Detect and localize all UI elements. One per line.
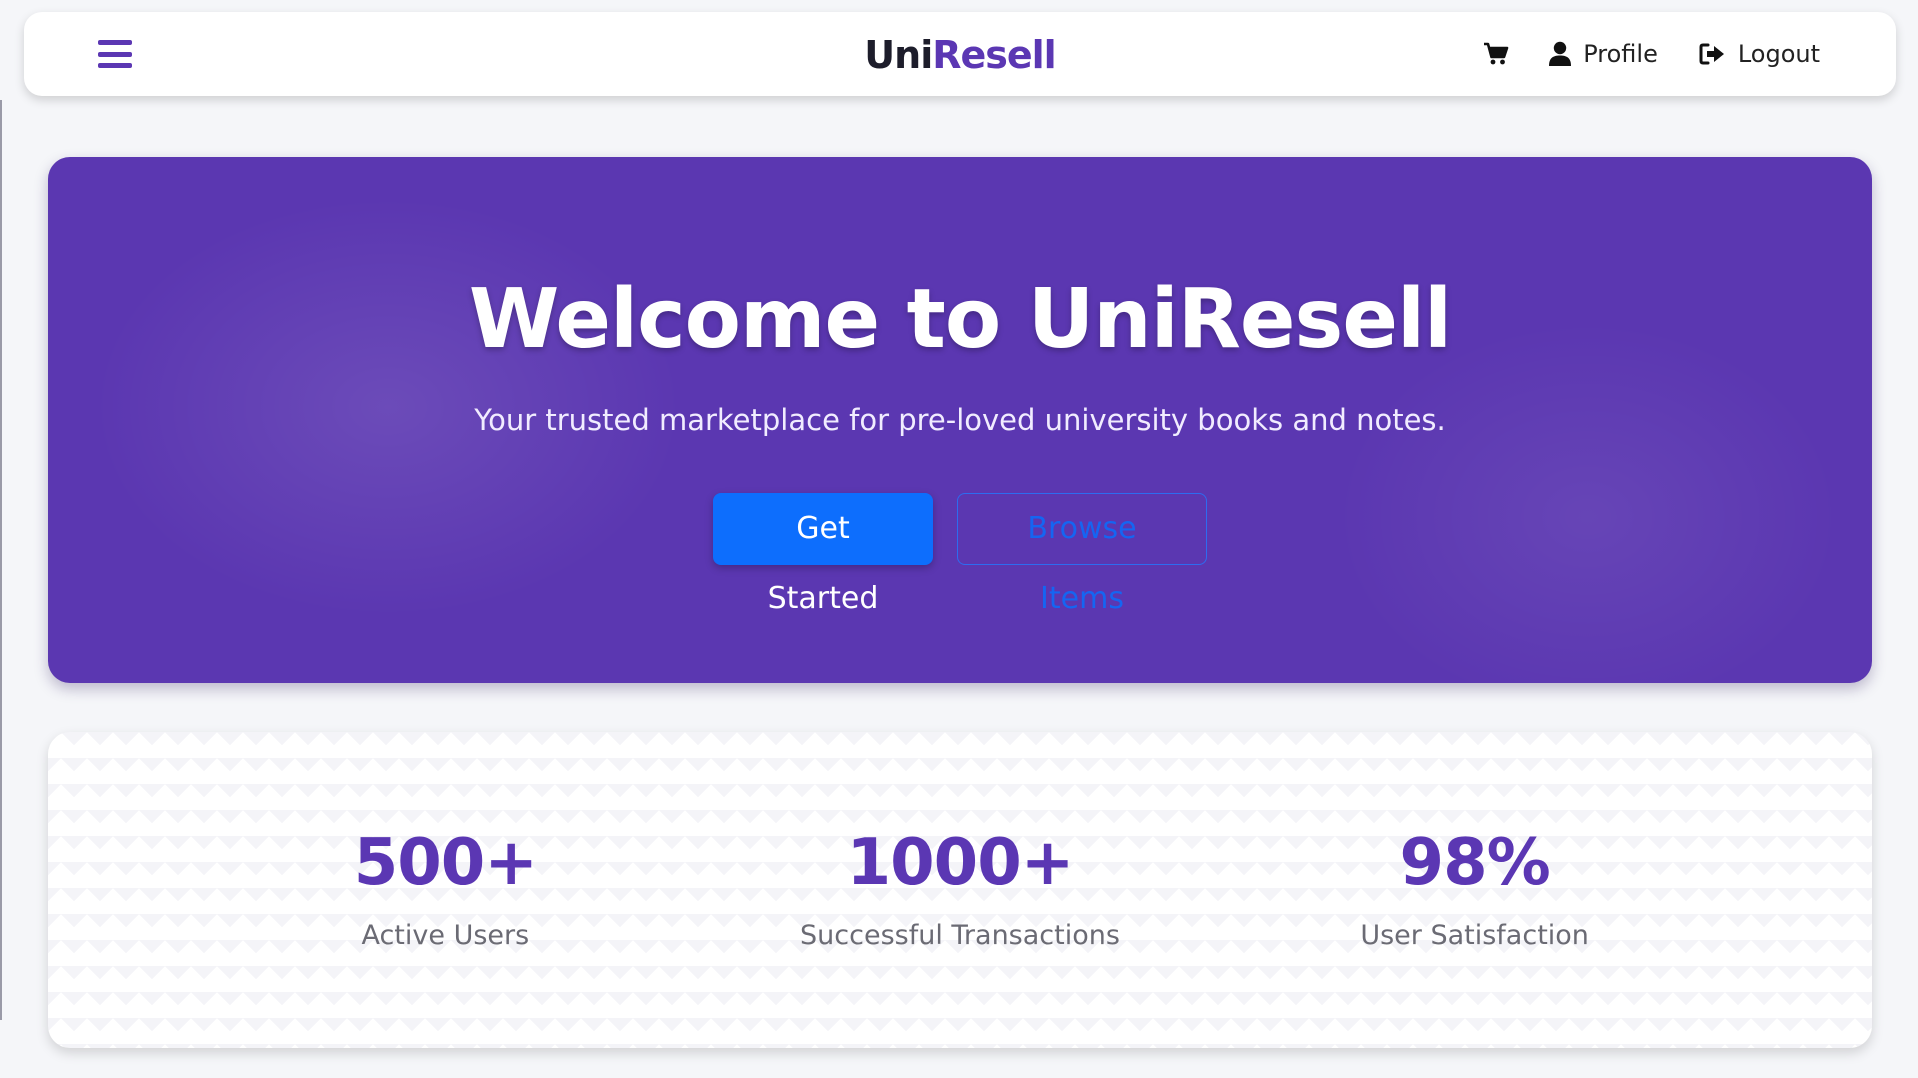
profile-link[interactable]: Profile: [1549, 40, 1658, 68]
brand-name-part2: Resell: [932, 33, 1056, 77]
stat-value: 98%: [1399, 826, 1551, 900]
hero-actions: Get Started Browse Items: [48, 493, 1872, 616]
nav-actions: Profile Logout: [1483, 36, 1820, 72]
profile-label: Profile: [1583, 40, 1658, 68]
sign-out-icon: [1698, 42, 1726, 66]
shopping-cart-icon: [1483, 42, 1509, 66]
window-edge: [0, 100, 2, 1020]
logout-link[interactable]: Logout: [1698, 40, 1820, 68]
navbar: UniResell Profile Logout: [24, 12, 1896, 96]
hero-subtitle: Your trusted marketplace for pre-loved u…: [474, 403, 1446, 437]
stat-transactions: 1000+ Successful Transactions: [750, 732, 1170, 1048]
hero-banner: Welcome to UniResell Your trusted market…: [48, 157, 1872, 683]
hero-title: Welcome to UniResell: [468, 272, 1452, 367]
browse-items-button[interactable]: Browse Items: [957, 493, 1207, 616]
stat-label: User Satisfaction: [1360, 920, 1589, 951]
user-icon: [1549, 41, 1572, 67]
stat-value: 1000+: [846, 826, 1075, 900]
stats-section: 500+ Active Users 1000+ Successful Trans…: [48, 732, 1872, 1048]
stat-label: Active Users: [361, 920, 530, 951]
logout-label: Logout: [1737, 40, 1820, 68]
stat-satisfaction: 98% User Satisfaction: [1265, 732, 1685, 1048]
stat-value: 500+: [353, 826, 538, 900]
cart-button[interactable]: [1483, 42, 1509, 66]
stat-label: Successful Transactions: [800, 920, 1120, 951]
brand-name-part1: Uni: [864, 33, 933, 77]
get-started-button[interactable]: Get Started: [713, 493, 933, 616]
stat-active-users: 500+ Active Users: [235, 732, 655, 1048]
